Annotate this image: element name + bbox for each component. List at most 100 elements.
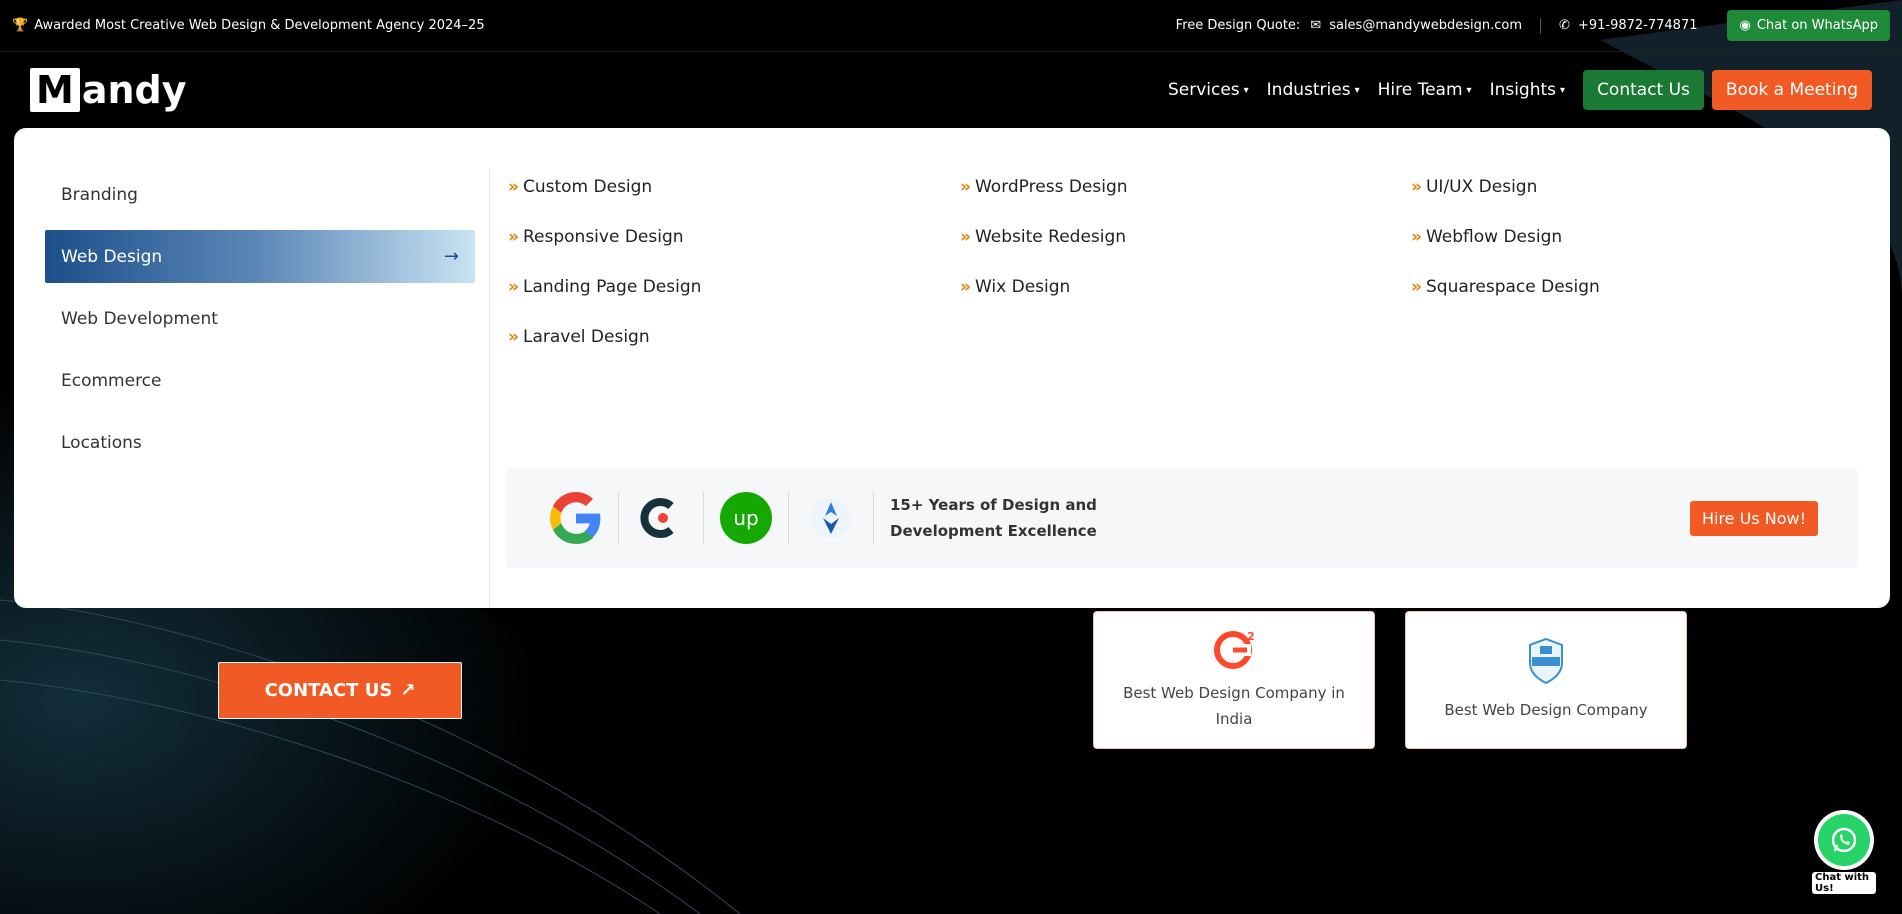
trophy-icon: 🏆 [12, 18, 29, 33]
service-link[interactable]: » Custom Design [508, 177, 652, 197]
g2-icon: 2 [1213, 628, 1255, 678]
whatsapp-icon: ◉ [1739, 18, 1751, 33]
service-link[interactable]: » Wix Design [960, 277, 1070, 297]
category-ecommerce[interactable]: Ecommerce [45, 354, 475, 407]
service-label: Squarespace Design [1425, 277, 1600, 297]
category-label: Web Design [61, 246, 163, 267]
nav-insights[interactable]: Insights ▾ [1490, 80, 1566, 100]
nav-industries[interactable]: Industries ▾ [1267, 80, 1360, 100]
award-text: Best Web Design Company in India [1123, 684, 1345, 728]
arrow-up-right-icon: ↗ [400, 680, 416, 701]
award-banner: 🏆 Awarded Most Creative Web Design & Dev… [12, 18, 485, 33]
hire-us-button[interactable]: Hire Us Now! [1689, 500, 1818, 536]
nav-hire-team[interactable]: Hire Team ▾ [1378, 80, 1472, 100]
divider [788, 492, 789, 544]
category-web-development[interactable]: Web Development [45, 292, 475, 345]
double-chevron-icon: » [1411, 227, 1422, 247]
divider [618, 492, 619, 544]
mega-menu: Branding Web Design → Web Development Ec… [14, 128, 1890, 608]
caret-down-icon: ▾ [1354, 84, 1360, 96]
hero-contact-button[interactable]: CONTACT US ↗ [218, 662, 462, 719]
nav-industries-label: Industries [1266, 80, 1351, 100]
trust-bar: up 15+ Years of Design and Development E… [506, 468, 1858, 568]
trust-text: 15+ Years of Design and Development Exce… [890, 496, 1097, 540]
service-link[interactable]: » WordPress Design [960, 177, 1128, 197]
whatsapp-label: Chat on WhatsApp [1756, 18, 1878, 33]
double-chevron-icon: » [508, 177, 519, 197]
caret-down-icon: ▾ [1560, 84, 1566, 96]
nav-services[interactable]: Services ▾ [1168, 80, 1249, 100]
service-label: WordPress Design [974, 177, 1128, 197]
service-label: Wix Design [974, 277, 1071, 297]
google-icon [546, 488, 606, 548]
category-label: Web Development [61, 308, 218, 329]
phone-link[interactable]: ✆ +91-9872-774871 [1559, 18, 1697, 33]
email-text: sales@mandywebdesign.com [1329, 18, 1523, 33]
svg-text:up: up [733, 506, 758, 530]
service-label: Landing Page Design [522, 277, 702, 297]
service-link[interactable]: » Laravel Design [508, 327, 650, 347]
phone-icon: ✆ [1559, 18, 1570, 33]
nav-services-label: Services [1167, 80, 1240, 100]
double-chevron-icon: » [1411, 277, 1422, 297]
caret-down-icon: ▾ [1243, 84, 1249, 96]
category-label: Ecommerce [61, 370, 162, 391]
quote-label: Free Design Quote: [1175, 18, 1301, 33]
category-label: Locations [61, 432, 142, 453]
divider [1540, 17, 1542, 34]
service-label: Laravel Design [522, 327, 650, 347]
double-chevron-icon: » [960, 227, 971, 247]
logo[interactable]: M andy [30, 68, 187, 112]
service-link[interactable]: » Website Redesign [960, 227, 1126, 247]
mail-icon: ✉ [1310, 18, 1322, 33]
nav-hire-team-label: Hire Team [1377, 80, 1463, 100]
double-chevron-icon: » [960, 277, 971, 297]
service-label: Website Redesign [974, 227, 1127, 247]
designrush-icon [801, 488, 861, 548]
double-chevron-icon: » [508, 227, 519, 247]
double-chevron-icon: » [960, 177, 971, 197]
hero-contact-label: CONTACT US [264, 680, 393, 701]
svg-text:2: 2 [1247, 630, 1255, 643]
category-locations[interactable]: Locations [45, 416, 475, 469]
whatsapp-float-label: Chat with Us! [1812, 872, 1876, 894]
double-chevron-icon: » [508, 327, 519, 347]
top-rated-badge-icon [1526, 637, 1566, 693]
logo-box: M [30, 68, 80, 112]
award-card-g2: 2 Best Web Design Company in India [1093, 611, 1375, 749]
double-chevron-icon: » [508, 277, 519, 297]
logo-text: andy [81, 68, 187, 112]
service-label: UI/UX Design [1425, 177, 1538, 197]
category-label: Branding [61, 184, 138, 205]
service-link[interactable]: » Responsive Design [508, 227, 684, 247]
divider [703, 492, 704, 544]
category-list: Branding Web Design → Web Development Ec… [14, 168, 490, 608]
award-card-top-rated: Best Web Design Company [1405, 611, 1687, 749]
whatsapp-float-button[interactable]: Chat with Us! [1812, 810, 1876, 894]
category-web-design[interactable]: Web Design → [45, 230, 475, 283]
upwork-icon: up [716, 488, 776, 548]
contact-us-button[interactable]: Contact Us [1583, 70, 1704, 110]
whatsapp-chat-button[interactable]: ◉ Chat on WhatsApp [1727, 10, 1890, 41]
clutch-icon [631, 488, 691, 548]
main-nav: M andy Services ▾ Industries ▾ Hire Team… [0, 52, 1902, 128]
award-text: Best Web Design Company [1444, 701, 1648, 719]
service-link[interactable]: » Squarespace Design [1411, 277, 1600, 297]
service-label: Responsive Design [522, 227, 684, 247]
book-meeting-button[interactable]: Book a Meeting [1711, 70, 1872, 110]
award-text: Awarded Most Creative Web Design & Devel… [34, 18, 485, 33]
double-chevron-icon: » [1411, 177, 1422, 197]
arrow-right-icon: → [443, 246, 459, 267]
category-branding[interactable]: Branding [45, 168, 475, 221]
divider [873, 492, 874, 544]
caret-down-icon: ▾ [1466, 84, 1472, 96]
service-link[interactable]: » Webflow Design [1411, 227, 1562, 247]
email-link[interactable]: ✉ sales@mandywebdesign.com [1310, 18, 1522, 33]
whatsapp-icon [1814, 810, 1874, 870]
phone-text: +91-9872-774871 [1577, 18, 1698, 33]
service-label: Webflow Design [1425, 227, 1563, 247]
service-link[interactable]: » UI/UX Design [1411, 177, 1537, 197]
service-link[interactable]: » Landing Page Design [508, 277, 701, 297]
nav-insights-label: Insights [1489, 80, 1557, 100]
top-bar: 🏆 Awarded Most Creative Web Design & Dev… [0, 0, 1902, 52]
